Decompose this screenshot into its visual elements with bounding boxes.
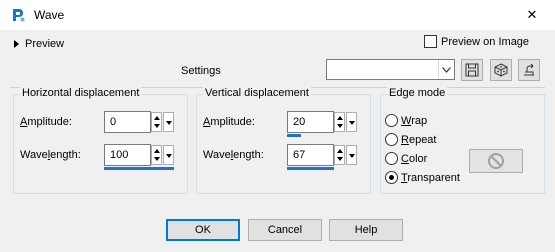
save-preset-button[interactable] xyxy=(461,59,483,81)
preview-on-image-checkbox[interactable] xyxy=(424,35,437,48)
preview-label: Preview xyxy=(25,38,65,50)
disabled-icon xyxy=(488,153,504,169)
edge-mode-transparent-option[interactable]: Transparent xyxy=(385,171,460,184)
vertical-amplitude-stepper[interactable]: 20 xyxy=(287,111,357,137)
edge-color-swatch[interactable] xyxy=(469,149,523,173)
vertical-wavelength-input[interactable]: 67 xyxy=(287,144,334,166)
amplitude-label: Amplitude: xyxy=(203,116,255,128)
vertical-amplitude-input[interactable]: 20 xyxy=(287,111,334,133)
spin-arrows-icon[interactable] xyxy=(334,145,345,165)
chevron-down-icon[interactable] xyxy=(163,112,174,132)
horizontal-wavelength-slider[interactable] xyxy=(104,167,174,170)
radio-wrap[interactable] xyxy=(385,114,398,127)
settings-label: Settings xyxy=(181,65,221,77)
expand-triangle-icon xyxy=(14,40,19,48)
preview-toggle[interactable]: Preview xyxy=(14,37,64,51)
spin-arrows-icon[interactable] xyxy=(151,145,162,165)
group-label: Edge mode xyxy=(387,87,448,99)
spin-arrows-icon[interactable] xyxy=(334,112,345,132)
chevron-down-icon[interactable] xyxy=(438,60,454,79)
dice-icon xyxy=(494,63,508,77)
horizontal-amplitude-input[interactable]: 0 xyxy=(104,111,151,133)
preview-on-image-option[interactable]: Preview on Image xyxy=(424,35,529,48)
group-label: Vertical displacement xyxy=(203,87,311,99)
reset-defaults-button[interactable] xyxy=(518,59,540,81)
preview-on-image-label: Preview on Image xyxy=(441,35,530,48)
chevron-down-icon[interactable] xyxy=(163,145,174,165)
close-button[interactable]: ✕ xyxy=(509,0,555,30)
title-bar: Wave ✕ xyxy=(0,0,555,30)
radio-repeat[interactable] xyxy=(385,133,398,146)
group-label: Horizontal displacement xyxy=(20,87,142,99)
chevron-down-icon[interactable] xyxy=(346,112,357,132)
edge-mode-group: Edge mode Wrap Repeat Color Transparent xyxy=(380,87,545,194)
chevron-down-icon[interactable] xyxy=(346,145,357,165)
radio-label: Transparent xyxy=(401,171,460,184)
vertical-amplitude-slider[interactable] xyxy=(287,134,301,137)
horizontal-wavelength-input[interactable]: 100 xyxy=(104,144,151,166)
amplitude-label: Amplitude: xyxy=(20,116,72,128)
window-title: Wave xyxy=(34,8,65,22)
edge-mode-repeat-option[interactable]: Repeat xyxy=(385,133,436,146)
edge-mode-wrap-option[interactable]: Wrap xyxy=(385,114,427,127)
spin-arrows-icon[interactable] xyxy=(151,112,162,132)
radio-color[interactable] xyxy=(385,152,398,165)
close-icon: ✕ xyxy=(526,7,538,22)
ok-button[interactable]: OK xyxy=(166,219,240,241)
radio-label: Wrap xyxy=(401,114,428,127)
horizontal-displacement-group: Horizontal displacement Amplitude: 0 Wav… xyxy=(13,87,188,194)
horizontal-amplitude-stepper[interactable]: 0 xyxy=(104,111,174,133)
wavelength-label: Wavelength: xyxy=(203,149,264,161)
randomize-button[interactable] xyxy=(490,59,512,81)
radio-transparent[interactable] xyxy=(385,171,398,184)
help-button[interactable]: Help xyxy=(329,219,403,241)
horizontal-wavelength-stepper[interactable]: 100 xyxy=(104,144,174,170)
save-icon xyxy=(465,63,479,77)
radio-label: Color xyxy=(401,152,428,165)
reset-icon xyxy=(524,63,534,76)
edge-mode-color-option[interactable]: Color xyxy=(385,152,427,165)
vertical-wavelength-stepper[interactable]: 67 xyxy=(287,144,357,170)
app-icon xyxy=(13,9,25,22)
wavelength-label: Wavelength: xyxy=(20,149,81,161)
vertical-wavelength-slider[interactable] xyxy=(287,167,334,170)
cancel-button[interactable]: Cancel xyxy=(248,219,322,241)
wave-dialog: Wave ✕ Preview Preview on Image Settings xyxy=(0,0,555,252)
preset-combobox[interactable] xyxy=(326,59,455,80)
vertical-displacement-group: Vertical displacement Amplitude: 20 Wave… xyxy=(196,87,371,194)
radio-label: Repeat xyxy=(401,133,437,146)
